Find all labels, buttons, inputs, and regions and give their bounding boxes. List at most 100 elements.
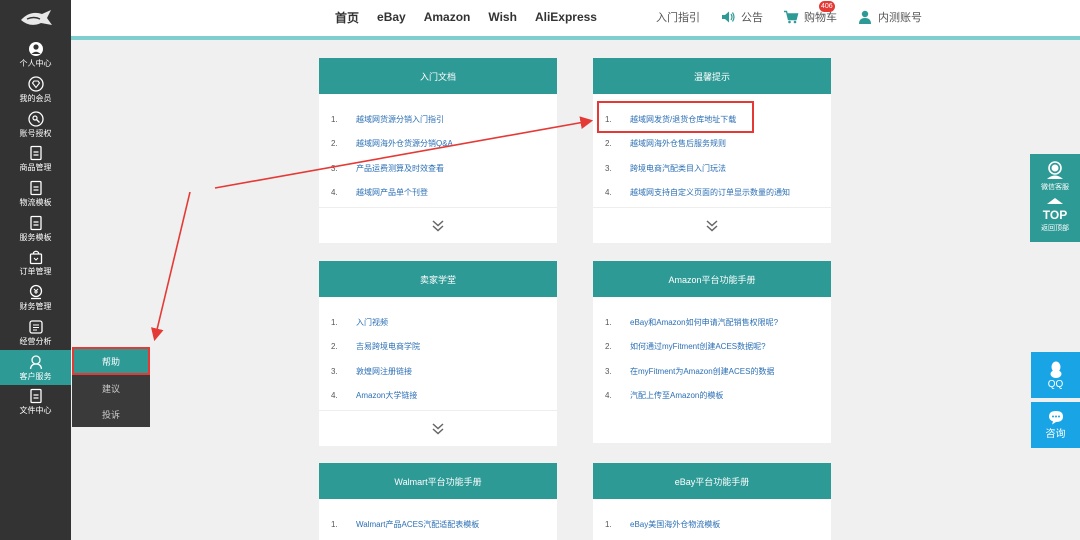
list-item[interactable]: 1. 入门视频 xyxy=(331,310,543,335)
list-item[interactable]: 1. eBay美国海外仓物流模板 xyxy=(605,512,817,537)
list-item[interactable]: 2. 越域网海外仓货源分销Q&A xyxy=(331,132,543,157)
nav-cart[interactable]: 购物车 406 xyxy=(783,1,837,25)
sidebar-item-logistics-template[interactable]: 物流模板 xyxy=(0,177,71,212)
list-item[interactable]: 2. 如何通过myFitment创建ACES数据呢? xyxy=(605,335,817,360)
list-item-link[interactable]: 吉易跨境电商学院 xyxy=(356,341,420,352)
sidebar-item-account-auth[interactable]: 账号授权 xyxy=(0,107,71,142)
list-item-link[interactable]: 越域网海外仓货源分销Q&A xyxy=(356,138,453,149)
list-item-link[interactable]: 跨境电商汽配类目入门玩法 xyxy=(630,163,726,174)
sidebar-item-finance[interactable]: 财务管理 xyxy=(0,281,71,316)
card-ebay-manual: eBay平台功能手册 1. eBay美国海外仓物流模板 xyxy=(593,463,831,540)
header-divider xyxy=(71,36,1080,40)
list-item[interactable]: 3. 产品运费测算及时效查看 xyxy=(331,156,543,181)
card-title: Walmart平台功能手册 xyxy=(319,463,557,499)
sidebar-item-label: 我的会员 xyxy=(19,94,52,104)
sidebar-item-membership[interactable]: 我的会员 xyxy=(0,73,71,108)
qq-label: QQ xyxy=(1047,378,1064,390)
nav-guide[interactable]: 入门指引 xyxy=(656,9,700,25)
card-tips: 温馨提示 1. 越域网发货/退货仓库地址下载 2. 越域网海外仓售后服务规则 3. 跨… xyxy=(593,58,831,243)
sidebar-item-order-management[interactable]: 订单管理 xyxy=(0,246,71,281)
list-item-link[interactable]: 越域网货源分销入门指引 xyxy=(356,114,444,125)
diamond-icon xyxy=(27,76,44,92)
list-item[interactable]: 4. 越域网支持自定义页面的订单显示数量的通知 xyxy=(605,181,817,206)
sidebar-item-customer-service[interactable]: 客户服务 xyxy=(0,350,71,385)
card-title: 温馨提示 xyxy=(593,58,831,94)
nav-aliexpress[interactable]: AliExpress xyxy=(535,10,597,24)
list-item-link[interactable]: eBay和Amazon如何申请汽配销售权限呢? xyxy=(630,317,778,328)
nav-wish[interactable]: Wish xyxy=(488,10,517,24)
list-item[interactable]: 4. 汽配上传至Amazon的模板 xyxy=(605,384,817,409)
arrow-to-help-menu xyxy=(151,191,191,342)
list-item-link[interactable]: 如何通过myFitment创建ACES数据呢? xyxy=(630,341,766,352)
nav-ebay[interactable]: eBay xyxy=(377,10,406,24)
customer-service-submenu: 帮助 建议 投诉 xyxy=(72,347,150,427)
key-icon xyxy=(27,111,44,127)
sidebar-item-analytics[interactable]: 经营分析 xyxy=(0,316,71,351)
list-item-link[interactable]: 敦煌网注册链接 xyxy=(356,366,412,377)
card-title: 卖家学堂 xyxy=(319,261,557,297)
logo[interactable] xyxy=(0,0,71,38)
bag-icon xyxy=(29,251,42,265)
list-item[interactable]: 1. eBay和Amazon如何申请汽配销售权限呢? xyxy=(605,310,817,335)
sidebar-item-label: 财务管理 xyxy=(19,302,52,312)
list-item-link[interactable]: 越域网产品单个刊登 xyxy=(356,187,428,198)
platform-nav: 首页 eBay Amazon Wish AliExpress xyxy=(335,0,597,34)
list-item[interactable]: 1. Walmart产品ACES汽配适配表模板 xyxy=(331,512,543,537)
sidebar-item-file-center[interactable]: 文件中心 xyxy=(0,385,71,420)
submenu-item-help[interactable]: 帮助 xyxy=(72,347,150,375)
sidebar-item-label: 账号授权 xyxy=(19,128,52,138)
list-item-link[interactable]: 产品运费测算及时效查看 xyxy=(356,163,444,174)
list-item[interactable]: 4. 越域网产品单个刊登 xyxy=(331,181,543,206)
sidebar-item-label: 商品管理 xyxy=(19,163,52,173)
nav-amazon[interactable]: Amazon xyxy=(424,10,471,24)
chart-icon xyxy=(28,320,43,334)
list-item-link[interactable]: 汽配上传至Amazon的模板 xyxy=(630,390,723,401)
qq-button[interactable]: QQ xyxy=(1031,352,1080,398)
sidebar-item-label: 服务模板 xyxy=(19,232,52,242)
back-to-top-label[interactable]: 返回顶部 xyxy=(1041,223,1069,233)
list-item-link[interactable]: 越域网海外仓售后服务规则 xyxy=(630,138,726,149)
sidebar-item-label: 经营分析 xyxy=(19,336,52,346)
nav-account-label: 内测账号 xyxy=(878,12,922,24)
double-chevron-down-icon xyxy=(706,219,718,232)
sidebar-item-personal-center[interactable]: 个人中心 xyxy=(0,38,71,73)
back-to-top-button[interactable]: TOP xyxy=(1043,209,1067,221)
expand-button[interactable] xyxy=(593,207,831,243)
submenu-item-complaint[interactable]: 投诉 xyxy=(72,401,150,427)
sidebar-item-product-management[interactable]: 商品管理 xyxy=(0,142,71,177)
document-icon xyxy=(29,215,42,230)
list-item[interactable]: 2. 吉易跨境电商学院 xyxy=(331,335,543,360)
list-item-link[interactable]: 入门视频 xyxy=(356,317,388,328)
wechat-support-label[interactable]: 微信客服 xyxy=(1041,182,1069,192)
double-chevron-down-icon xyxy=(432,219,444,232)
nav-notice-label: 公告 xyxy=(741,12,763,24)
list-item[interactable]: 1. 越域网货源分销入门指引 xyxy=(331,107,543,132)
list-item-link[interactable]: Amazon大学链接 xyxy=(356,390,417,401)
avatar-icon xyxy=(859,10,871,24)
list-item[interactable]: 4. Amazon大学链接 xyxy=(331,384,543,409)
list-item[interactable]: 3. 在myFitment为Amazon创建ACES的数据 xyxy=(605,359,817,384)
list-item-link[interactable]: 在myFitment为Amazon创建ACES的数据 xyxy=(630,366,774,377)
list-item-link[interactable]: Walmart产品ACES汽配适配表模板 xyxy=(356,519,479,530)
customer-service-icon[interactable] xyxy=(1044,160,1066,180)
expand-button[interactable] xyxy=(319,207,557,243)
nav-notice[interactable]: 公告 xyxy=(720,9,763,25)
submenu-item-suggestion[interactable]: 建议 xyxy=(72,375,150,401)
list-item[interactable]: 3. 跨境电商汽配类目入门玩法 xyxy=(605,156,817,181)
sidebar-item-service-template[interactable]: 服务模板 xyxy=(0,211,71,246)
chat-bubble-icon xyxy=(1048,411,1063,425)
sidebar: 个人中心 我的会员 账号授权 商品管理 物流模板 服务模板 订单管理 财务管理 … xyxy=(0,0,71,540)
nav-home[interactable]: 首页 xyxy=(335,9,359,26)
list-item[interactable]: 3. 敦煌网注册链接 xyxy=(331,359,543,384)
money-icon xyxy=(29,285,42,300)
consult-button[interactable]: 咨询 xyxy=(1031,402,1080,448)
expand-button[interactable] xyxy=(319,410,557,446)
card-title: Amazon平台功能手册 xyxy=(593,261,831,297)
list-item-link[interactable]: 越域网支持自定义页面的订单显示数量的通知 xyxy=(630,187,790,198)
sidebar-item-label: 物流模板 xyxy=(19,198,52,208)
card-amazon-manual: Amazon平台功能手册 1. eBay和Amazon如何申请汽配销售权限呢? 2… xyxy=(593,261,831,443)
list-item-link[interactable]: eBay美国海外仓物流模板 xyxy=(630,519,720,530)
nav-account[interactable]: 内测账号 xyxy=(857,9,922,25)
list-item[interactable]: 2. 越域网海外仓售后服务规则 xyxy=(605,132,817,157)
top-navbar: 首页 eBay Amazon Wish AliExpress 入门指引 公告 购… xyxy=(71,0,1080,36)
